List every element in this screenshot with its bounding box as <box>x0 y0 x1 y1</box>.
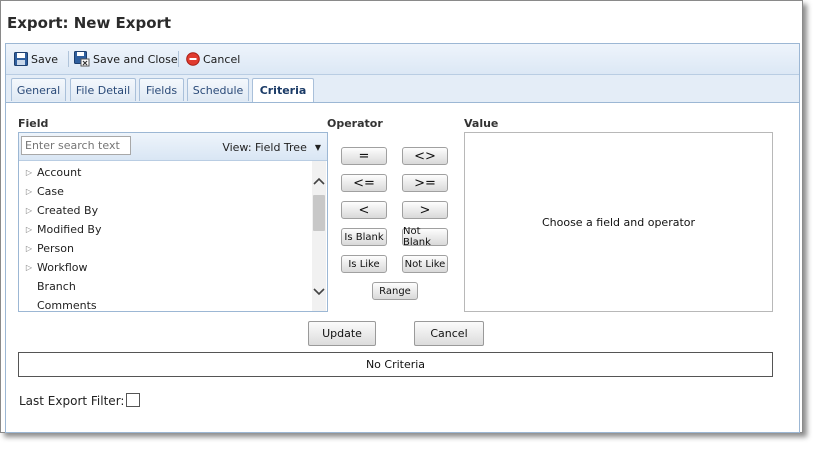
tree-item-label: Modified By <box>37 222 102 236</box>
operator-equals-button[interactable]: = <box>341 147 387 165</box>
tree-item-label: Created By <box>37 203 99 217</box>
last-export-filter-checkbox[interactable] <box>126 393 140 407</box>
tree-item-person[interactable]: ▷ Person <box>19 239 74 257</box>
tree-item-label: Comments <box>37 298 97 312</box>
cancel-button[interactable]: Cancel <box>414 321 484 346</box>
operator-not-like-button[interactable]: Not Like <box>402 255 448 273</box>
cancel-icon <box>186 52 200 66</box>
tree-item-label: Account <box>37 165 82 179</box>
operator-is-blank-button[interactable]: Is Blank <box>341 228 387 246</box>
value-heading: Value <box>464 117 499 130</box>
tree-item-created-by[interactable]: ▷ Created By <box>19 201 98 219</box>
field-heading: Field <box>18 117 49 130</box>
operator-not-blank-button[interactable]: Not Blank <box>402 226 448 248</box>
tree-item-label: Person <box>37 241 74 255</box>
tree-item-label: Workflow <box>37 260 88 274</box>
floppy-disk-icon <box>14 52 28 66</box>
toolbar-divider <box>178 51 179 67</box>
toolbar: Save Save and Close Cancel <box>6 44 799 75</box>
save-close-icon <box>74 51 90 67</box>
chevron-up-icon[interactable] <box>312 175 326 189</box>
cancel-toolbar-button[interactable]: Cancel <box>186 51 240 67</box>
tree-item-account[interactable]: ▷ Account <box>19 163 82 181</box>
view-selector[interactable]: View: Field Tree ▼ <box>222 141 321 154</box>
view-selector-label: View: Field Tree <box>222 141 307 154</box>
dropdown-arrow-icon: ▼ <box>314 143 321 152</box>
search-input[interactable] <box>21 136 131 155</box>
field-tree-panel: View: Field Tree ▼ ▷ Account ▷ Case ▷ Cr… <box>18 132 328 312</box>
tab-file-detail[interactable]: File Detail <box>70 78 136 101</box>
tab-fields[interactable]: Fields <box>139 78 184 101</box>
field-tree-header: View: Field Tree ▼ <box>19 133 327 161</box>
export-window: Export: New Export Save Save and Close C… <box>0 0 803 433</box>
tree-item-branch[interactable]: Branch <box>19 277 76 295</box>
save-and-close-button[interactable]: Save and Close <box>74 51 178 67</box>
operator-less-equal-button[interactable]: <= <box>341 174 387 192</box>
tab-bar: General File Detail Fields Schedule Crit… <box>6 75 799 103</box>
expand-arrow-icon[interactable]: ▷ <box>23 187 35 196</box>
operator-greater-equal-button[interactable]: >= <box>402 174 448 192</box>
tab-general[interactable]: General <box>11 78 66 101</box>
save-button[interactable]: Save <box>14 51 58 67</box>
save-and-close-label: Save and Close <box>93 52 178 66</box>
tab-criteria[interactable]: Criteria <box>252 78 314 102</box>
scrollbar-thumb[interactable] <box>313 195 325 231</box>
criteria-summary-text: No Criteria <box>365 358 426 371</box>
update-button[interactable]: Update <box>308 321 376 346</box>
expand-arrow-icon[interactable]: ▷ <box>23 263 35 272</box>
tree-item-workflow[interactable]: ▷ Workflow <box>19 258 88 276</box>
operator-is-like-button[interactable]: Is Like <box>341 255 387 273</box>
save-label: Save <box>31 52 59 66</box>
tab-schedule[interactable]: Schedule <box>187 78 249 101</box>
tree-item-case[interactable]: ▷ Case <box>19 182 64 200</box>
value-panel: Choose a field and operator <box>464 132 773 312</box>
operator-less-than-button[interactable]: < <box>341 201 387 219</box>
toolbar-divider <box>68 51 69 67</box>
operator-range-button[interactable]: Range <box>372 282 418 300</box>
tree-item-label: Branch <box>37 279 76 293</box>
operator-greater-than-button[interactable]: > <box>402 201 448 219</box>
expand-arrow-icon[interactable]: ▷ <box>23 244 35 253</box>
window-title: Export: New Export <box>7 14 172 32</box>
export-panel: Save Save and Close Cancel General File … <box>5 43 800 433</box>
expand-arrow-icon[interactable]: ▷ <box>23 225 35 234</box>
expand-arrow-icon[interactable]: ▷ <box>23 168 35 177</box>
operator-not-equal-button[interactable]: <> <box>402 147 448 165</box>
chevron-down-icon[interactable] <box>312 284 326 298</box>
tree-item-modified-by[interactable]: ▷ Modified By <box>19 220 102 238</box>
operator-heading: Operator <box>327 117 383 130</box>
criteria-summary: No Criteria <box>18 352 773 377</box>
field-tree-scrollbar[interactable] <box>312 161 326 311</box>
tree-item-comments[interactable]: Comments <box>19 296 97 314</box>
last-export-filter-label: Last Export Filter: <box>19 394 125 408</box>
tree-item-label: Case <box>37 184 64 198</box>
expand-arrow-icon[interactable]: ▷ <box>23 206 35 215</box>
value-placeholder-text: Choose a field and operator <box>541 215 696 229</box>
cancel-toolbar-label: Cancel <box>203 52 241 66</box>
